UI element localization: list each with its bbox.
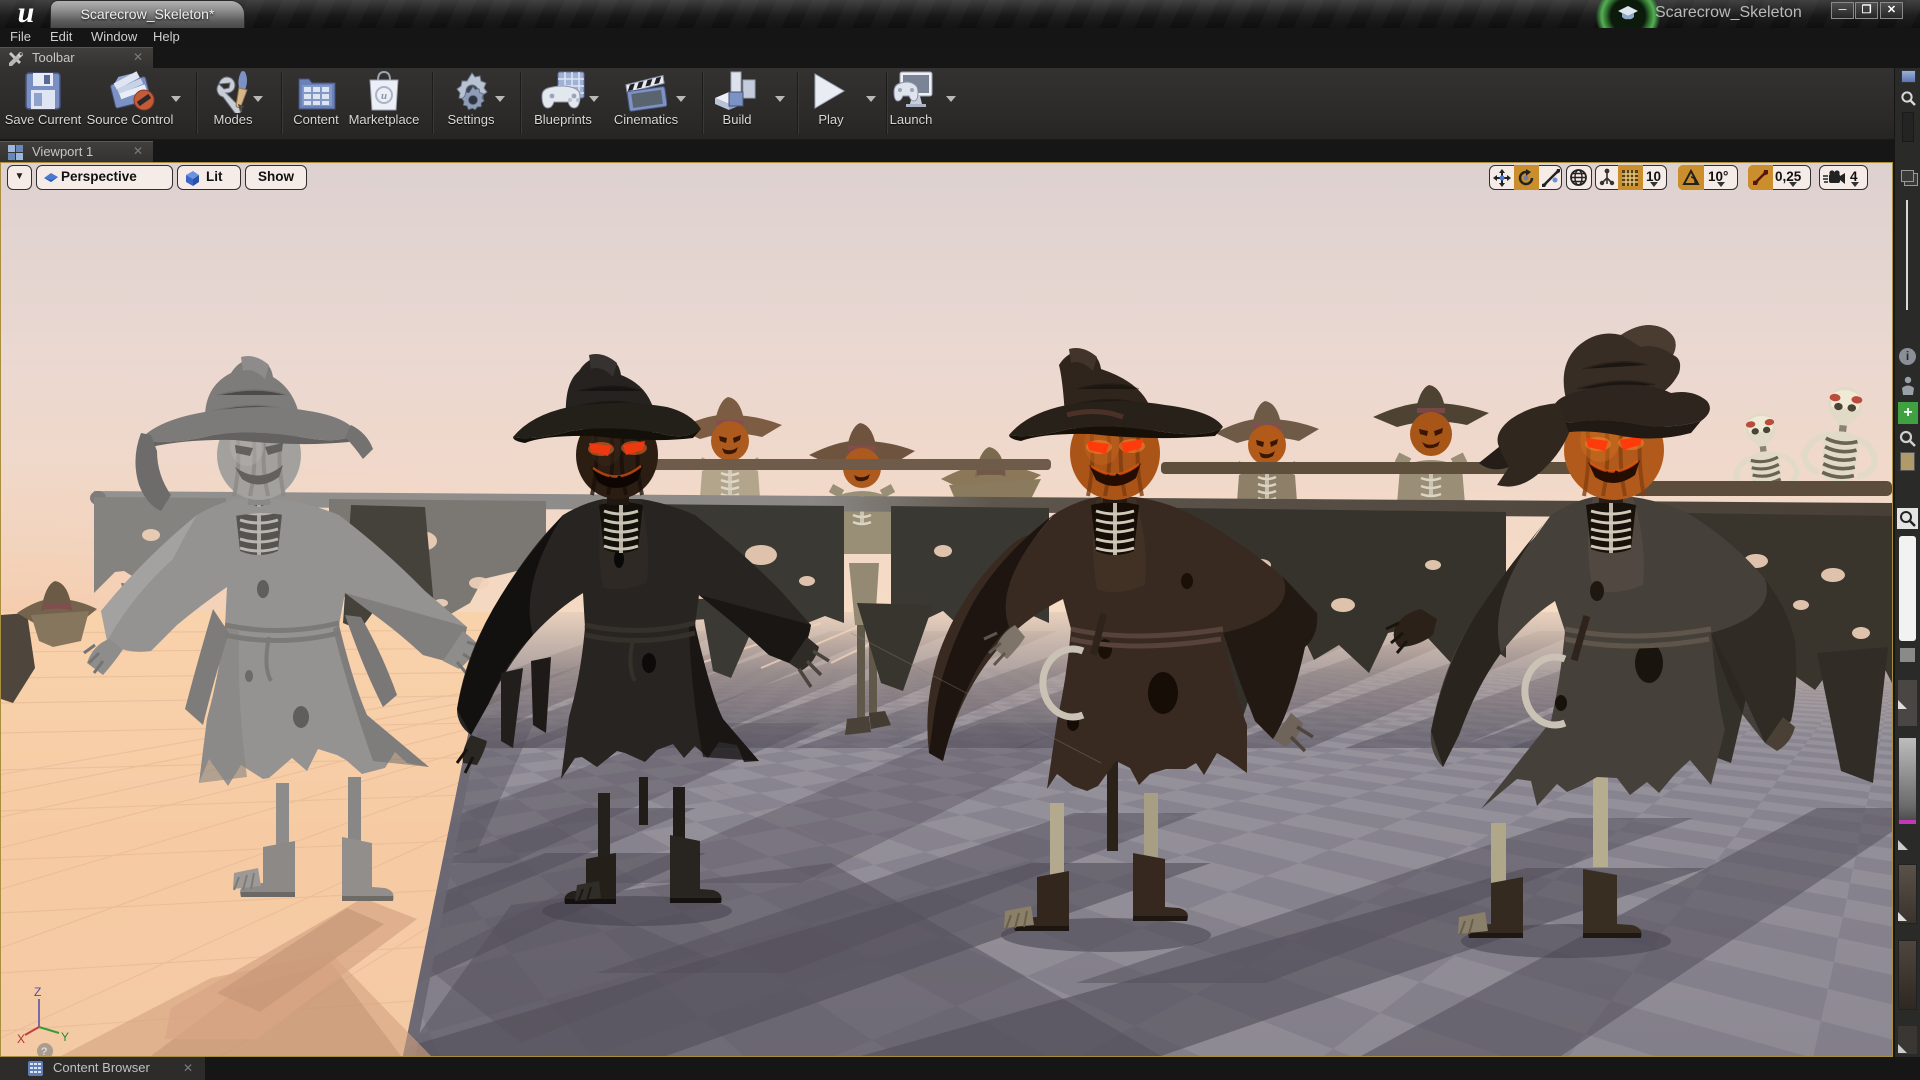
svg-text:Z: Z — [34, 985, 41, 999]
svg-text:u: u — [381, 90, 387, 102]
svg-text:?: ? — [41, 1046, 47, 1056]
svg-text:Y: Y — [61, 1030, 69, 1044]
svg-text:X: X — [17, 1032, 25, 1046]
